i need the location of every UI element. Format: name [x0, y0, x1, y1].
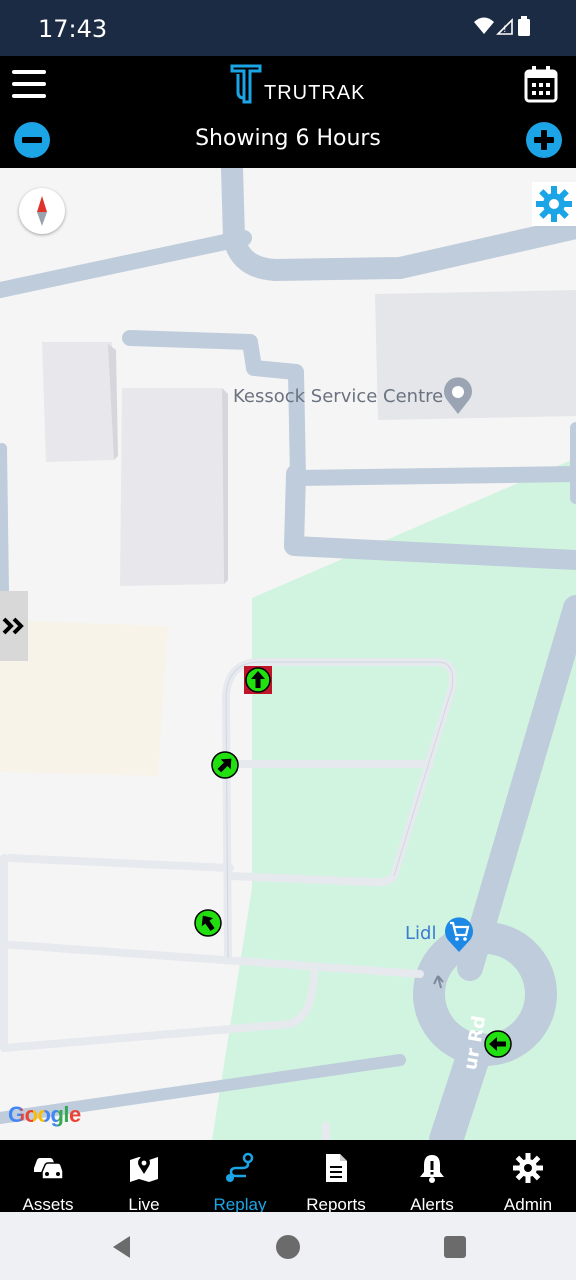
nav-item-reports[interactable]: Reports	[288, 1140, 384, 1214]
map-pin-icon	[130, 1156, 158, 1182]
shopping-cart-icon[interactable]	[442, 914, 476, 954]
gear-icon[interactable]	[532, 182, 576, 226]
poi-lidl[interactable]: Lidl	[405, 923, 436, 944]
wifi-icon	[474, 17, 494, 34]
nav-item-admin[interactable]: Admin	[480, 1140, 576, 1214]
menu-icon[interactable]	[10, 66, 50, 106]
map-tiles	[0, 168, 576, 1140]
building	[120, 388, 224, 586]
trutrak-logo: TRUTRAK	[230, 62, 364, 106]
bell-alert-icon	[420, 1155, 444, 1183]
nav-item-assets[interactable]: Assets	[0, 1140, 96, 1214]
trip-marker-north[interactable]	[243, 665, 273, 695]
system-nav-bar	[0, 1212, 576, 1280]
building	[42, 342, 114, 462]
trip-marker-north-west[interactable]	[193, 908, 223, 938]
google-attribution: Google	[8, 1102, 81, 1128]
back-icon[interactable]	[110, 1234, 136, 1260]
calendar-icon[interactable]	[524, 66, 558, 104]
recents-icon[interactable]	[442, 1234, 468, 1260]
logo-text: TRUTRAK	[264, 82, 366, 104]
map-view[interactable]: Kessock Service Centre Lidl ur Rd Google	[0, 168, 576, 1140]
compass-icon[interactable]	[19, 188, 65, 234]
status-icons: !	[474, 16, 530, 36]
logo-mark	[230, 64, 262, 104]
battery-icon	[518, 16, 530, 36]
report-icon	[326, 1154, 347, 1182]
nav-item-replay[interactable]: Replay	[192, 1140, 288, 1214]
signal-icon: !	[496, 18, 513, 35]
nav-item-alerts[interactable]: Alerts	[384, 1140, 480, 1214]
app-header: TRUTRAK Showing 6 Hours	[0, 56, 576, 168]
cars-icon	[34, 1158, 64, 1180]
time-range-title: Showing 6 Hours	[195, 126, 381, 151]
status-bar: 17:43 !	[0, 0, 576, 56]
home-icon[interactable]	[275, 1234, 301, 1260]
gear-icon	[513, 1153, 543, 1183]
poi-kessock-service-centre[interactable]: Kessock Service Centre	[233, 386, 443, 407]
status-time: 17:43	[38, 15, 108, 43]
poi-label: Kessock Service Centre	[233, 386, 444, 407]
plus-circle-icon[interactable]	[526, 122, 562, 158]
expand-drawer-chevron-icon[interactable]	[0, 591, 28, 661]
route-icon	[226, 1152, 254, 1182]
location-pin-icon[interactable]	[441, 376, 475, 416]
poi-label: Lidl	[405, 923, 437, 944]
nav-item-live[interactable]: Live	[96, 1140, 192, 1214]
bottom-nav: Assets Live Replay Reports Alerts Admin	[0, 1140, 576, 1214]
google-logo-text: Google	[8, 1102, 81, 1127]
svg-text:!: !	[503, 25, 507, 35]
trip-marker-west[interactable]	[483, 1029, 513, 1059]
trip-marker-north-east[interactable]	[210, 750, 240, 780]
